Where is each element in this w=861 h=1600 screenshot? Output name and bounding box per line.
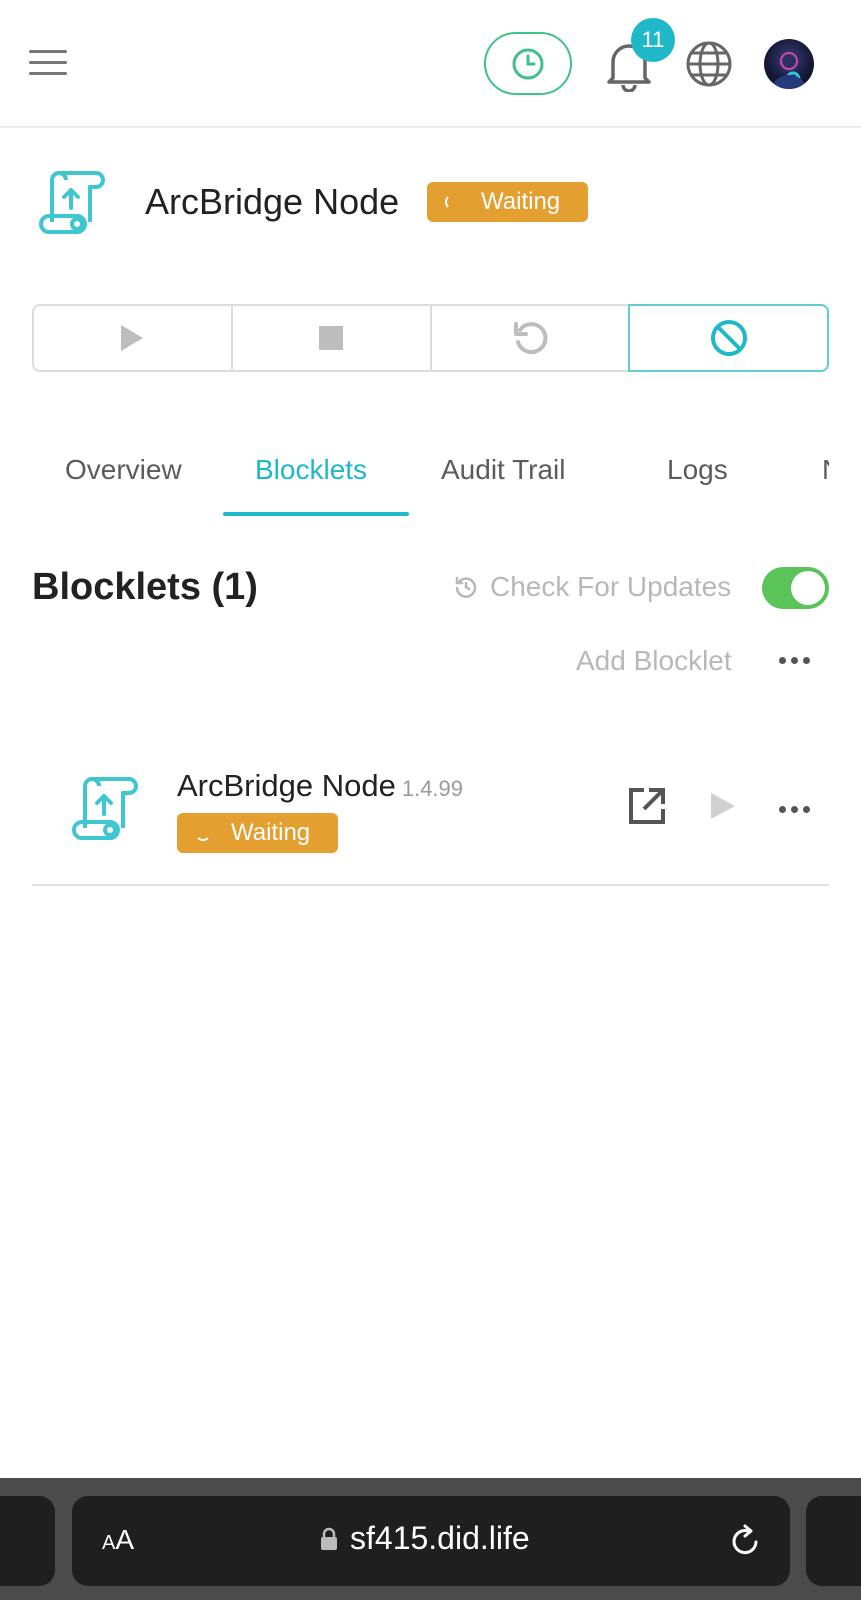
tab-bar: Overview Blocklets Audit Trail Logs N <box>32 436 829 518</box>
tab-next-truncated[interactable]: N <box>822 454 829 486</box>
top-bar: 11 <box>0 0 861 128</box>
loading-spinner-icon <box>195 825 211 841</box>
list-item: ArcBridge Node 1.4.99 Waiting <box>32 740 829 886</box>
url-display[interactable]: sf415.did.life <box>320 1520 530 1557</box>
status-label: Waiting <box>481 188 561 215</box>
restart-button[interactable] <box>429 304 631 372</box>
add-blocklet-button[interactable]: Add Blocklet <box>576 645 732 677</box>
blocklet-name[interactable]: ArcBridge Node 1.4.99 <box>177 768 463 804</box>
next-tab-edge[interactable] <box>806 1496 861 1586</box>
blocklet-scroll-icon <box>39 171 105 234</box>
globe-icon[interactable] <box>685 40 733 88</box>
toggle-knob <box>791 571 825 605</box>
play-icon[interactable] <box>708 790 738 822</box>
address-bar[interactable]: AA sf415.did.life <box>72 1496 790 1586</box>
disable-icon <box>710 320 747 356</box>
lock-icon <box>321 1527 337 1550</box>
start-button[interactable] <box>32 304 233 372</box>
status-badge: Waiting <box>177 813 338 853</box>
disable-button[interactable] <box>628 304 829 372</box>
notification-count-badge: 11 <box>631 18 675 62</box>
active-tab-indicator <box>223 512 409 516</box>
section-more-icon[interactable] <box>779 657 810 664</box>
reader-text-size-button[interactable]: AA <box>102 1524 134 1556</box>
stop-button[interactable] <box>230 304 432 372</box>
url-host: sf415.did.life <box>350 1520 530 1556</box>
blocklet-name-text: ArcBridge Node <box>177 768 396 803</box>
status-badge: Waiting <box>427 182 588 222</box>
check-updates-toggle[interactable] <box>762 567 829 609</box>
loading-spinner-icon <box>445 194 461 210</box>
row-more-icon[interactable] <box>779 806 810 813</box>
tab-audit-trail[interactable]: Audit Trail <box>441 454 566 486</box>
blocklet-version: 1.4.99 <box>401 776 464 801</box>
restart-icon <box>513 322 548 355</box>
control-button-group <box>32 304 829 372</box>
open-external-icon[interactable] <box>627 786 667 826</box>
tab-overview[interactable]: Overview <box>65 454 182 486</box>
tab-logs[interactable]: Logs <box>667 454 728 486</box>
play-icon <box>121 325 144 351</box>
section-title: Blocklets (1) <box>32 566 258 608</box>
check-for-updates-label: Check For Updates <box>490 571 732 602</box>
refresh-clock-icon <box>455 576 477 598</box>
stop-icon <box>319 326 344 350</box>
browser-toolbar: AA sf415.did.life <box>0 1478 861 1600</box>
avatar[interactable] <box>764 39 814 89</box>
reload-icon[interactable] <box>726 1522 764 1560</box>
status-label: Waiting <box>231 819 311 846</box>
previous-tab-edge[interactable] <box>0 1496 55 1586</box>
menu-icon[interactable] <box>29 50 67 78</box>
tab-blocklets[interactable]: Blocklets <box>255 454 367 486</box>
blocklet-scroll-icon <box>72 777 138 840</box>
check-for-updates-button[interactable]: Check For Updates <box>454 571 731 603</box>
history-button[interactable] <box>484 32 572 95</box>
clock-icon <box>512 48 544 79</box>
page-title: ArcBridge Node <box>145 181 400 222</box>
